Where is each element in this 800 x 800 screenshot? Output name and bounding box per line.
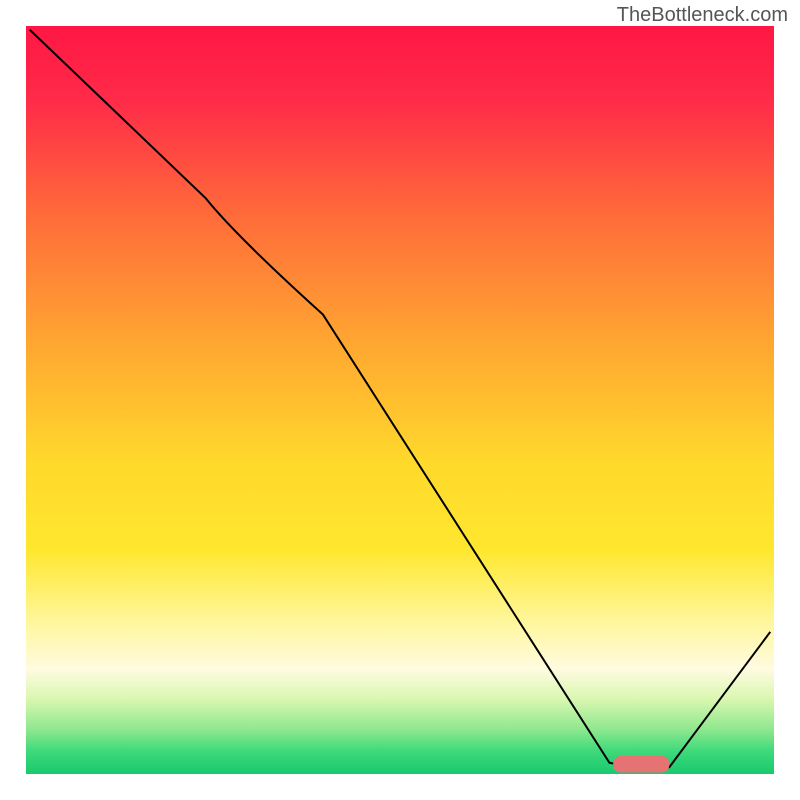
watermark-text: TheBottleneck.com bbox=[617, 4, 788, 27]
target-range-marker bbox=[613, 756, 669, 772]
chart-svg bbox=[26, 26, 774, 774]
chart-plot-area bbox=[26, 26, 774, 774]
chart-background bbox=[26, 26, 774, 774]
